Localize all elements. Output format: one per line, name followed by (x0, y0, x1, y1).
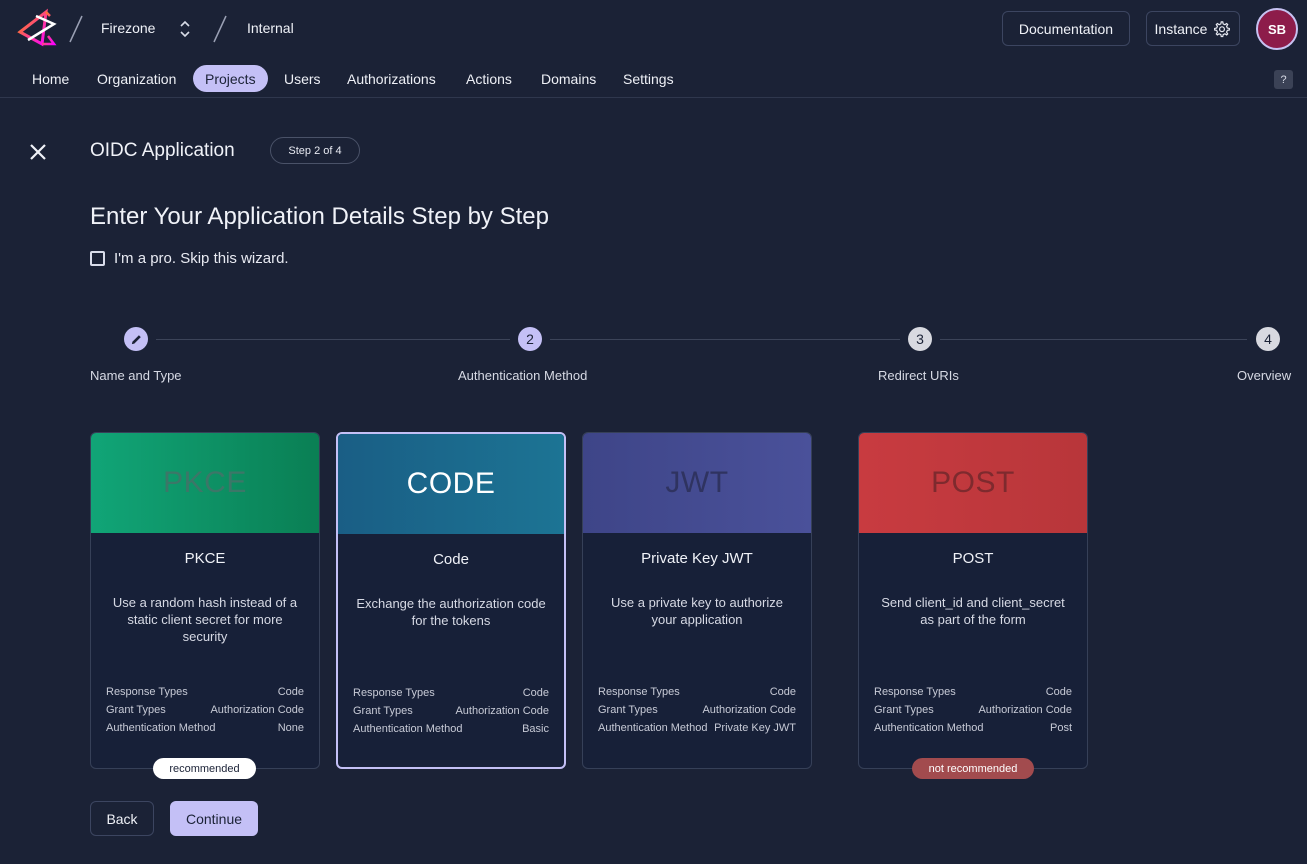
breadcrumb-separator (213, 15, 227, 43)
org-name[interactable]: Firezone (101, 20, 155, 36)
close-icon[interactable] (26, 140, 50, 164)
step-3-circle[interactable]: 3 (908, 327, 932, 351)
step-4-label: Overview (1237, 368, 1292, 383)
prop-key: Authentication Method (874, 722, 984, 734)
page-title: OIDC Application (90, 140, 235, 161)
documentation-button[interactable]: Documentation (1002, 11, 1130, 46)
gear-icon (1214, 20, 1231, 37)
continue-button[interactable]: Continue (170, 801, 258, 836)
auth-method-card-jwt[interactable]: JWT Private Key JWT Use a private key to… (582, 432, 812, 769)
prop-value: Basic (522, 723, 549, 735)
instance-label: Instance (1154, 20, 1208, 37)
card-properties: Response Types Code Grant Types Authorizat… (106, 683, 304, 737)
auth-method-card-pkce[interactable]: PKCE PKCE Use a random hash instead of a… (90, 432, 320, 769)
card-properties: Response Types Code Grant Types Authorizat… (353, 684, 549, 738)
prop-value: Code (769, 686, 796, 698)
zitadel-logo-icon[interactable] (16, 8, 60, 50)
card-title: POST (952, 550, 994, 567)
nav-authorizations[interactable]: Authorizations (335, 65, 448, 92)
skip-wizard-checkbox[interactable]: I'm a pro. Skip this wizard. (90, 250, 289, 267)
card-title: Code (433, 551, 469, 568)
prop-key: Grant Types (106, 704, 166, 716)
prop-value: Authorization Code (702, 704, 796, 716)
prop-value: Authorization Code (210, 704, 304, 716)
nav-domains[interactable]: Domains (529, 65, 608, 92)
project-name[interactable]: Internal (247, 20, 294, 36)
card-title: Private Key JWT (641, 550, 753, 567)
checkbox-box[interactable] (90, 251, 105, 266)
card-description: Exchange the authorization code for the … (356, 596, 546, 628)
prop-key: Response Types (106, 686, 188, 698)
prop-value: Private Key JWT (714, 722, 796, 734)
instance-button[interactable]: Instance (1146, 11, 1240, 46)
auth-method-card-code[interactable]: CODE Code Exchange the authorization cod… (336, 432, 566, 769)
card-head-pkce: PKCE (91, 433, 319, 533)
prop-key: Grant Types (353, 705, 413, 717)
card-properties: Response Types Code Grant Types Authorizat… (598, 683, 796, 737)
step-1-done[interactable] (124, 327, 148, 351)
prop-key: Grant Types (874, 704, 934, 716)
back-button[interactable]: Back (90, 801, 154, 836)
prop-key: Authentication Method (106, 722, 216, 734)
step-1-label: Name and Type (90, 368, 182, 383)
step-2-label: Authentication Method (458, 368, 588, 383)
breadcrumb-separator (69, 15, 83, 43)
card-head-code: CODE (338, 434, 564, 534)
prop-key: Response Types (353, 687, 435, 699)
prop-value: Authorization Code (978, 704, 1072, 716)
prop-value: Code (522, 687, 549, 699)
main-nav: Home Organization Projects Users Authori… (0, 60, 1307, 98)
prop-key: Grant Types (598, 704, 658, 716)
nav-users[interactable]: Users (272, 65, 333, 92)
org-switch-chevron-icon[interactable] (176, 18, 194, 40)
card-properties: Response Types Code Grant Types Authorizat… (874, 683, 1072, 737)
prop-key: Response Types (874, 686, 956, 698)
prop-key: Authentication Method (353, 723, 463, 735)
prop-value: Post (1049, 722, 1072, 734)
help-button[interactable]: ? (1274, 70, 1293, 89)
prop-key: Authentication Method (598, 722, 708, 734)
stepper-connector (550, 339, 900, 340)
step-3-label: Redirect URIs (878, 368, 959, 383)
card-head-post: POST (859, 433, 1087, 533)
skip-wizard-label: I'm a pro. Skip this wizard. (114, 250, 289, 267)
nav-actions[interactable]: Actions (454, 65, 524, 92)
prop-value: Code (1045, 686, 1072, 698)
step-badge: Step 2 of 4 (270, 137, 360, 164)
not-recommended-badge: not recommended (912, 758, 1034, 779)
nav-settings[interactable]: Settings (611, 65, 686, 92)
card-description: Use a private key to authorize your appl… (611, 595, 783, 627)
prop-value: Code (277, 686, 304, 698)
card-title: PKCE (184, 550, 226, 567)
stepper-connector (940, 339, 1247, 340)
recommended-badge: recommended (153, 758, 256, 779)
auth-method-card-post[interactable]: POST POST Send client_id and client_secr… (858, 432, 1088, 769)
nav-projects[interactable]: Projects (193, 65, 268, 92)
top-bar: Firezone Internal Documentation Instance… (0, 0, 1307, 58)
card-head-jwt: JWT (583, 433, 811, 533)
step-4-circle[interactable]: 4 (1256, 327, 1280, 351)
pencil-icon (131, 334, 141, 344)
card-description: Use a random hash instead of a static cl… (112, 595, 298, 644)
user-avatar[interactable]: SB (1256, 8, 1298, 50)
prop-value: None (277, 722, 304, 734)
nav-organization[interactable]: Organization (85, 65, 188, 92)
prop-value: Authorization Code (455, 705, 549, 717)
wizard-headline: Enter Your Application Details Step by S… (90, 203, 549, 230)
nav-home[interactable]: Home (20, 65, 81, 92)
stepper-connector (156, 339, 510, 340)
card-description: Send client_id and client_secret as part… (881, 595, 1065, 627)
prop-key: Response Types (598, 686, 680, 698)
step-2-circle[interactable]: 2 (518, 327, 542, 351)
